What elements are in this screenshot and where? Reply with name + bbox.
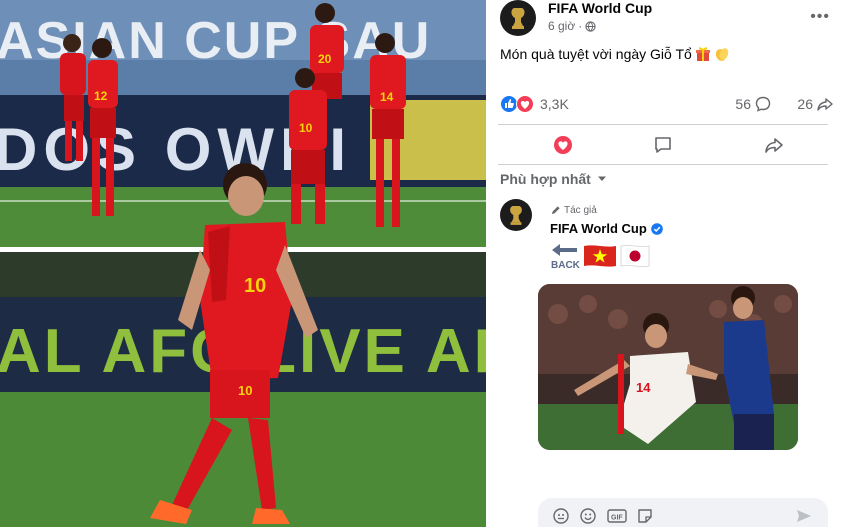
divider bbox=[498, 164, 828, 165]
svg-text:BACK: BACK bbox=[551, 260, 580, 271]
comments-sort-dropdown[interactable]: Phù hợp nhất bbox=[500, 171, 607, 187]
comment-icon bbox=[655, 137, 671, 153]
share-arrow-icon bbox=[817, 98, 833, 111]
love-button[interactable] bbox=[543, 132, 583, 158]
svg-text:14: 14 bbox=[636, 380, 651, 395]
clapping-hands-icon bbox=[715, 48, 729, 61]
gif-icon[interactable]: GIF bbox=[606, 507, 628, 525]
sticker-icon[interactable] bbox=[636, 507, 654, 525]
comment-author[interactable]: FIFA World Cup bbox=[550, 221, 663, 236]
back-arrow-icon: BACK bbox=[551, 244, 580, 271]
post-caption-text: Món quà tuyệt vời ngày Giỗ Tổ bbox=[500, 46, 692, 62]
love-icon bbox=[554, 136, 572, 154]
japan-flag bbox=[620, 245, 650, 267]
vietnam-flag bbox=[584, 245, 616, 267]
comment-button[interactable] bbox=[643, 132, 683, 158]
svg-text:GIF: GIF bbox=[611, 515, 623, 522]
comment-composer[interactable]: GIF bbox=[538, 498, 828, 527]
post-author-name[interactable]: FIFA World Cup bbox=[548, 0, 652, 16]
post-photo[interactable]: ASIAN CUP SAU DOS OWNI 12 20 14 10 AL AF… bbox=[0, 0, 486, 527]
post-panel: FIFA World Cup 6 giờ · ••• Món quà tuyệt… bbox=[486, 0, 843, 527]
avatar-sticker-icon[interactable] bbox=[552, 507, 570, 525]
reactions-summary: 3,3K 56 26 bbox=[500, 94, 833, 114]
post-time[interactable]: 6 giờ bbox=[548, 19, 575, 33]
post-meta: 6 giờ · bbox=[548, 19, 596, 33]
gift-icon bbox=[695, 47, 710, 61]
globe-icon bbox=[585, 20, 596, 32]
svg-text:10: 10 bbox=[238, 383, 252, 398]
share-button[interactable] bbox=[754, 132, 794, 158]
comment-image[interactable]: 14 bbox=[538, 284, 798, 450]
love-reaction-icon bbox=[516, 95, 534, 113]
post-caption: Món quà tuyệt vời ngày Giỗ Tổ bbox=[500, 46, 730, 62]
author-badge-label: Tác giả bbox=[564, 205, 597, 216]
shares-count[interactable]: 26 bbox=[797, 96, 833, 112]
pen-icon bbox=[551, 206, 560, 215]
reaction-icons[interactable] bbox=[500, 95, 536, 113]
post-header: FIFA World Cup 6 giờ · ••• bbox=[500, 0, 830, 36]
emoji-icon[interactable] bbox=[579, 507, 597, 525]
svg-text:20: 20 bbox=[318, 52, 332, 66]
comment-author-name: FIFA World Cup bbox=[550, 221, 647, 236]
divider bbox=[498, 124, 828, 125]
fifa-trophy-logo bbox=[510, 206, 522, 225]
comment-emojis: BACK bbox=[550, 241, 650, 271]
reactions-count[interactable]: 3,3K bbox=[540, 96, 569, 112]
svg-text:10: 10 bbox=[299, 121, 313, 135]
send-icon[interactable] bbox=[796, 508, 812, 527]
post-actions bbox=[498, 128, 828, 162]
comment-bubble-icon bbox=[755, 96, 771, 112]
comment-photo: 14 bbox=[538, 284, 798, 450]
svg-text:10: 10 bbox=[244, 275, 266, 297]
comments-count-value: 56 bbox=[735, 96, 751, 112]
shares-count-value: 26 bbox=[797, 96, 813, 112]
fifa-trophy-logo bbox=[511, 8, 525, 29]
photo-collage: ASIAN CUP SAU DOS OWNI 12 20 14 10 AL AF… bbox=[0, 0, 486, 527]
author-badge: Tác giả bbox=[550, 205, 597, 216]
verified-badge-icon bbox=[650, 222, 663, 235]
comment-avatar[interactable] bbox=[500, 199, 532, 231]
share-icon bbox=[765, 138, 783, 153]
page-avatar[interactable] bbox=[500, 0, 536, 36]
svg-text:12: 12 bbox=[94, 89, 108, 103]
like-reaction-icon bbox=[500, 95, 518, 113]
comments-sort-label: Phù hợp nhất bbox=[500, 171, 591, 187]
more-options-button[interactable]: ••• bbox=[810, 8, 830, 26]
svg-text:14: 14 bbox=[380, 90, 394, 104]
chevron-down-icon bbox=[597, 176, 606, 181]
comments-count[interactable]: 56 bbox=[735, 96, 771, 112]
